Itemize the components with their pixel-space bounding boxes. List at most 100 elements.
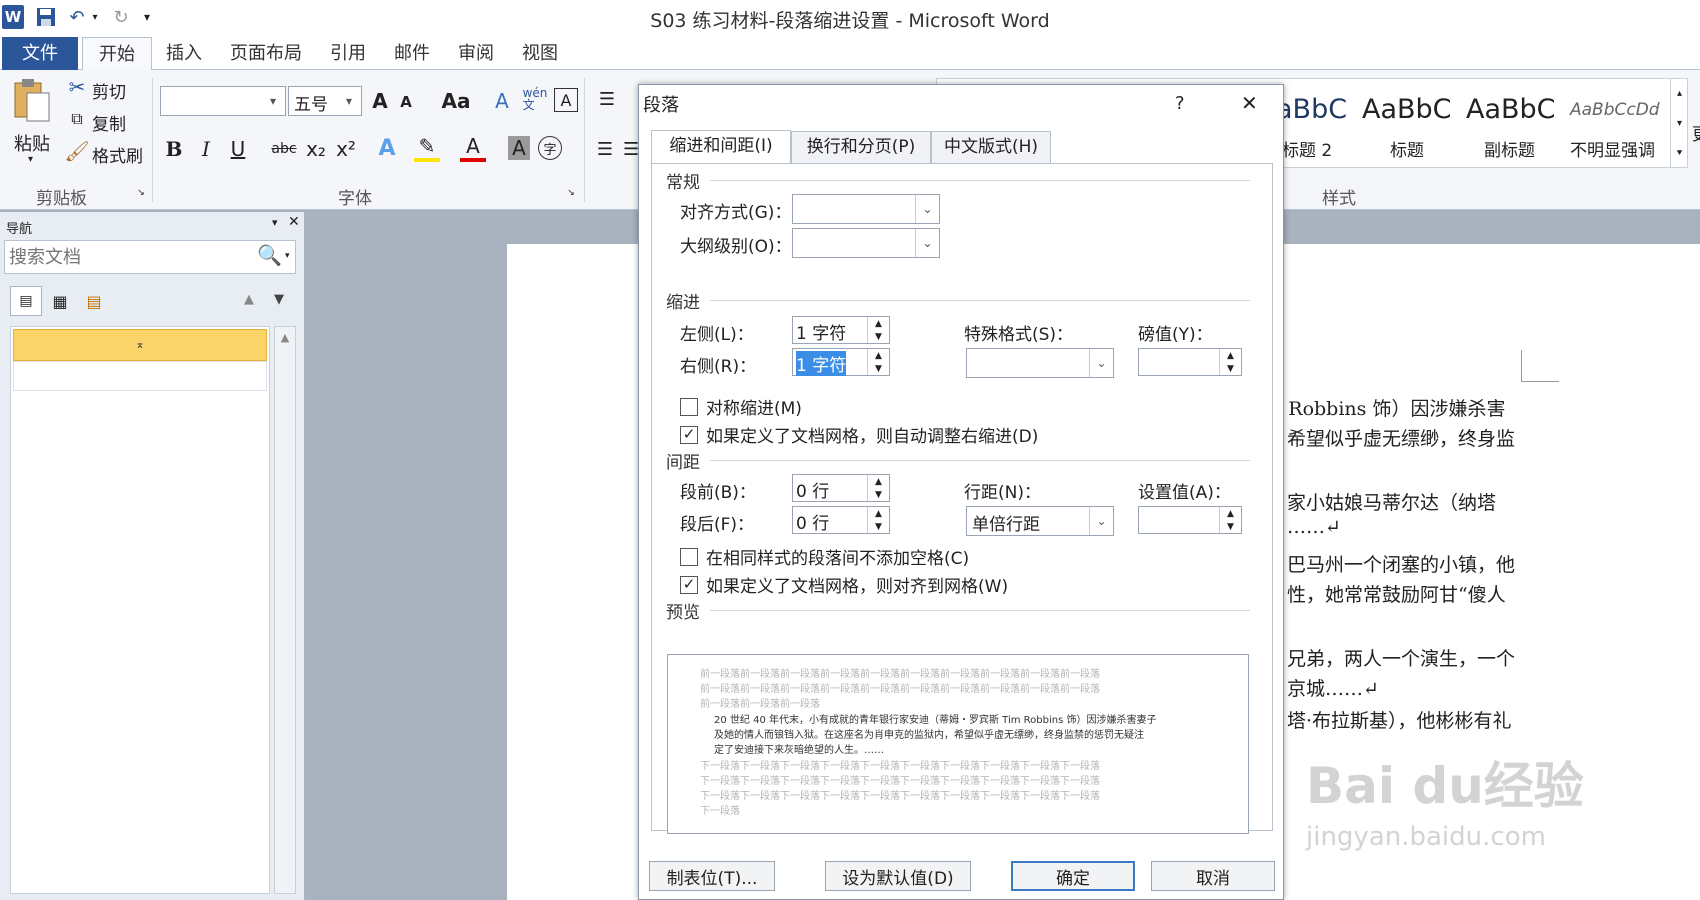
- nav-headings-tab[interactable]: ▤: [10, 286, 42, 316]
- nav-results-tab[interactable]: ▤: [78, 286, 110, 316]
- font-name-combo[interactable]: ▾: [160, 86, 286, 116]
- style-heading2-preview[interactable]: aBbC: [1276, 94, 1347, 125]
- cancel-button[interactable]: 取消: [1151, 861, 1275, 891]
- outline-level-combo[interactable]: ⌄: [792, 228, 940, 258]
- bold-icon[interactable]: B: [162, 136, 186, 162]
- tab-line-page-breaks[interactable]: 换行和分页(P): [791, 131, 931, 164]
- chevron-down-icon[interactable]: ⌄: [1089, 349, 1113, 377]
- chevron-down-icon[interactable]: ⌄: [1089, 507, 1113, 535]
- spin-up-icon[interactable]: ▲: [868, 349, 889, 362]
- tab-page-layout[interactable]: 页面布局: [220, 37, 312, 70]
- font-color-icon[interactable]: A: [460, 134, 486, 162]
- spin-up-icon[interactable]: ▲: [1220, 349, 1241, 362]
- font-size-combo[interactable]: 五号 ▾: [288, 86, 362, 116]
- spin-down-icon[interactable]: ▼: [1220, 362, 1241, 375]
- bullets-icon[interactable]: ☰: [592, 86, 622, 112]
- nav-previous-icon[interactable]: ▲: [244, 292, 254, 307]
- snap-to-grid-checkbox[interactable]: ✓ 如果定义了文档网格，则对齐到网格(W): [680, 572, 1008, 597]
- paste-icon[interactable]: [12, 76, 52, 124]
- spin-down-icon[interactable]: ▼: [868, 330, 889, 343]
- highlight-icon[interactable]: ✎: [414, 134, 440, 162]
- tab-home[interactable]: 开始: [82, 37, 152, 70]
- tab-file[interactable]: 文件: [2, 37, 78, 70]
- nav-close-icon[interactable]: ✕: [288, 214, 300, 230]
- help-button[interactable]: ?: [1175, 93, 1185, 114]
- close-icon[interactable]: ✕: [1241, 91, 1258, 115]
- enclose-char-icon[interactable]: 字: [538, 136, 562, 160]
- style-subtitle-preview[interactable]: AaBbC: [1466, 94, 1556, 125]
- paste-button[interactable]: 粘贴: [14, 130, 50, 156]
- text-effects-icon[interactable]: A: [374, 134, 400, 162]
- chevron-down-icon[interactable]: ⌄: [915, 229, 939, 257]
- search-dropdown-icon[interactable]: ▾: [285, 251, 290, 261]
- nav-heading-item[interactable]: ⌅: [13, 329, 267, 361]
- grow-font-icon[interactable]: A: [368, 88, 392, 114]
- copy-button[interactable]: 复制: [92, 110, 126, 135]
- styles-more-icon[interactable]: ⯆: [1670, 138, 1688, 168]
- underline-icon[interactable]: U: [226, 136, 250, 162]
- spin-up-icon[interactable]: ▲: [868, 507, 889, 520]
- italic-icon[interactable]: I: [194, 136, 218, 162]
- tab-asian-typography[interactable]: 中文版式(H): [931, 131, 1051, 164]
- search-input[interactable]: [9, 245, 249, 269]
- char-shading-icon[interactable]: A: [508, 136, 530, 160]
- checkmark-icon[interactable]: ✓: [680, 425, 698, 444]
- nav-search-box[interactable]: 🔍 ▾: [4, 240, 296, 274]
- spin-up-icon[interactable]: ▲: [1220, 507, 1241, 520]
- nav-heading-item[interactable]: [13, 361, 267, 391]
- align-left-icon[interactable]: ☰: [592, 136, 618, 162]
- spin-down-icon[interactable]: ▼: [868, 488, 889, 501]
- checkbox-box[interactable]: [680, 397, 698, 416]
- indent-by-spinner[interactable]: ▲ ▼: [1138, 348, 1242, 376]
- clipboard-launcher-icon[interactable]: ↘: [136, 188, 146, 198]
- alignment-combo[interactable]: ⌄: [792, 194, 940, 224]
- nav-options-icon[interactable]: ▾: [272, 216, 278, 229]
- spin-up-icon[interactable]: ▲: [868, 317, 889, 330]
- char-border-icon[interactable]: A: [554, 88, 578, 112]
- style-title-preview[interactable]: AaBbC: [1362, 94, 1452, 125]
- spacing-at-spinner[interactable]: ▲ ▼: [1138, 506, 1242, 534]
- tab-review[interactable]: 审阅: [448, 37, 504, 70]
- paste-dropdown-icon[interactable]: ▾: [28, 154, 33, 165]
- spin-down-icon[interactable]: ▼: [1220, 520, 1241, 533]
- clear-format-icon[interactable]: A: [490, 88, 514, 114]
- spacing-after-spinner[interactable]: 0 行 ▲ ▼: [792, 506, 890, 534]
- nav-next-icon[interactable]: ▼: [274, 292, 284, 307]
- search-icon[interactable]: 🔍: [257, 243, 282, 267]
- auto-adjust-right-indent-checkbox[interactable]: ✓ 如果定义了文档网格，则自动调整右缩进(D): [680, 422, 1038, 447]
- right-indent-spinner[interactable]: 1 字符 ▲ ▼: [792, 348, 890, 376]
- spin-up-icon[interactable]: ▲: [868, 475, 889, 488]
- checkbox-box[interactable]: [680, 547, 698, 566]
- styles-scroll-down-icon[interactable]: ▾: [1670, 108, 1688, 138]
- font-launcher-icon[interactable]: ↘: [566, 188, 576, 198]
- style-subtle-emphasis-preview[interactable]: AaBbCcDd: [1570, 100, 1660, 120]
- nav-pages-tab[interactable]: ▦: [44, 286, 76, 316]
- spacing-before-spinner[interactable]: 0 行 ▲ ▼: [792, 474, 890, 502]
- change-case-icon[interactable]: Aa: [438, 88, 474, 114]
- change-styles-label[interactable]: 更: [1692, 120, 1700, 145]
- tab-view[interactable]: 视图: [512, 37, 568, 70]
- tab-indents-spacing[interactable]: 缩进和间距(I): [651, 130, 791, 165]
- chevron-down-icon[interactable]: ⌄: [915, 195, 939, 223]
- line-spacing-combo[interactable]: 单倍行距 ⌄: [966, 506, 1114, 536]
- nav-scrollbar[interactable]: ▲: [274, 326, 296, 894]
- tab-insert[interactable]: 插入: [156, 37, 212, 70]
- subscript-icon[interactable]: x₂: [304, 136, 328, 162]
- strikethrough-icon[interactable]: abc: [270, 136, 298, 162]
- mirror-indents-checkbox[interactable]: 对称缩进(M): [680, 394, 802, 419]
- ok-button[interactable]: 确定: [1011, 861, 1135, 891]
- align-center-icon[interactable]: ☰: [623, 136, 639, 162]
- format-painter-button[interactable]: 格式刷: [92, 142, 143, 167]
- set-default-button[interactable]: 设为默认值(D): [825, 861, 971, 891]
- spin-down-icon[interactable]: ▼: [868, 520, 889, 533]
- special-indent-combo[interactable]: ⌄: [966, 348, 1114, 378]
- styles-scroll-up-icon[interactable]: ▴: [1670, 78, 1688, 108]
- checkmark-icon[interactable]: ✓: [680, 575, 698, 594]
- shrink-font-icon[interactable]: A: [396, 90, 416, 114]
- spin-down-icon[interactable]: ▼: [868, 362, 889, 375]
- tab-references[interactable]: 引用: [320, 37, 376, 70]
- left-indent-spinner[interactable]: 1 字符 ▲ ▼: [792, 316, 890, 344]
- no-space-same-style-checkbox[interactable]: 在相同样式的段落间不添加空格(C): [680, 544, 969, 569]
- tab-mailings[interactable]: 邮件: [384, 37, 440, 70]
- scroll-up-icon[interactable]: ▲: [275, 331, 295, 344]
